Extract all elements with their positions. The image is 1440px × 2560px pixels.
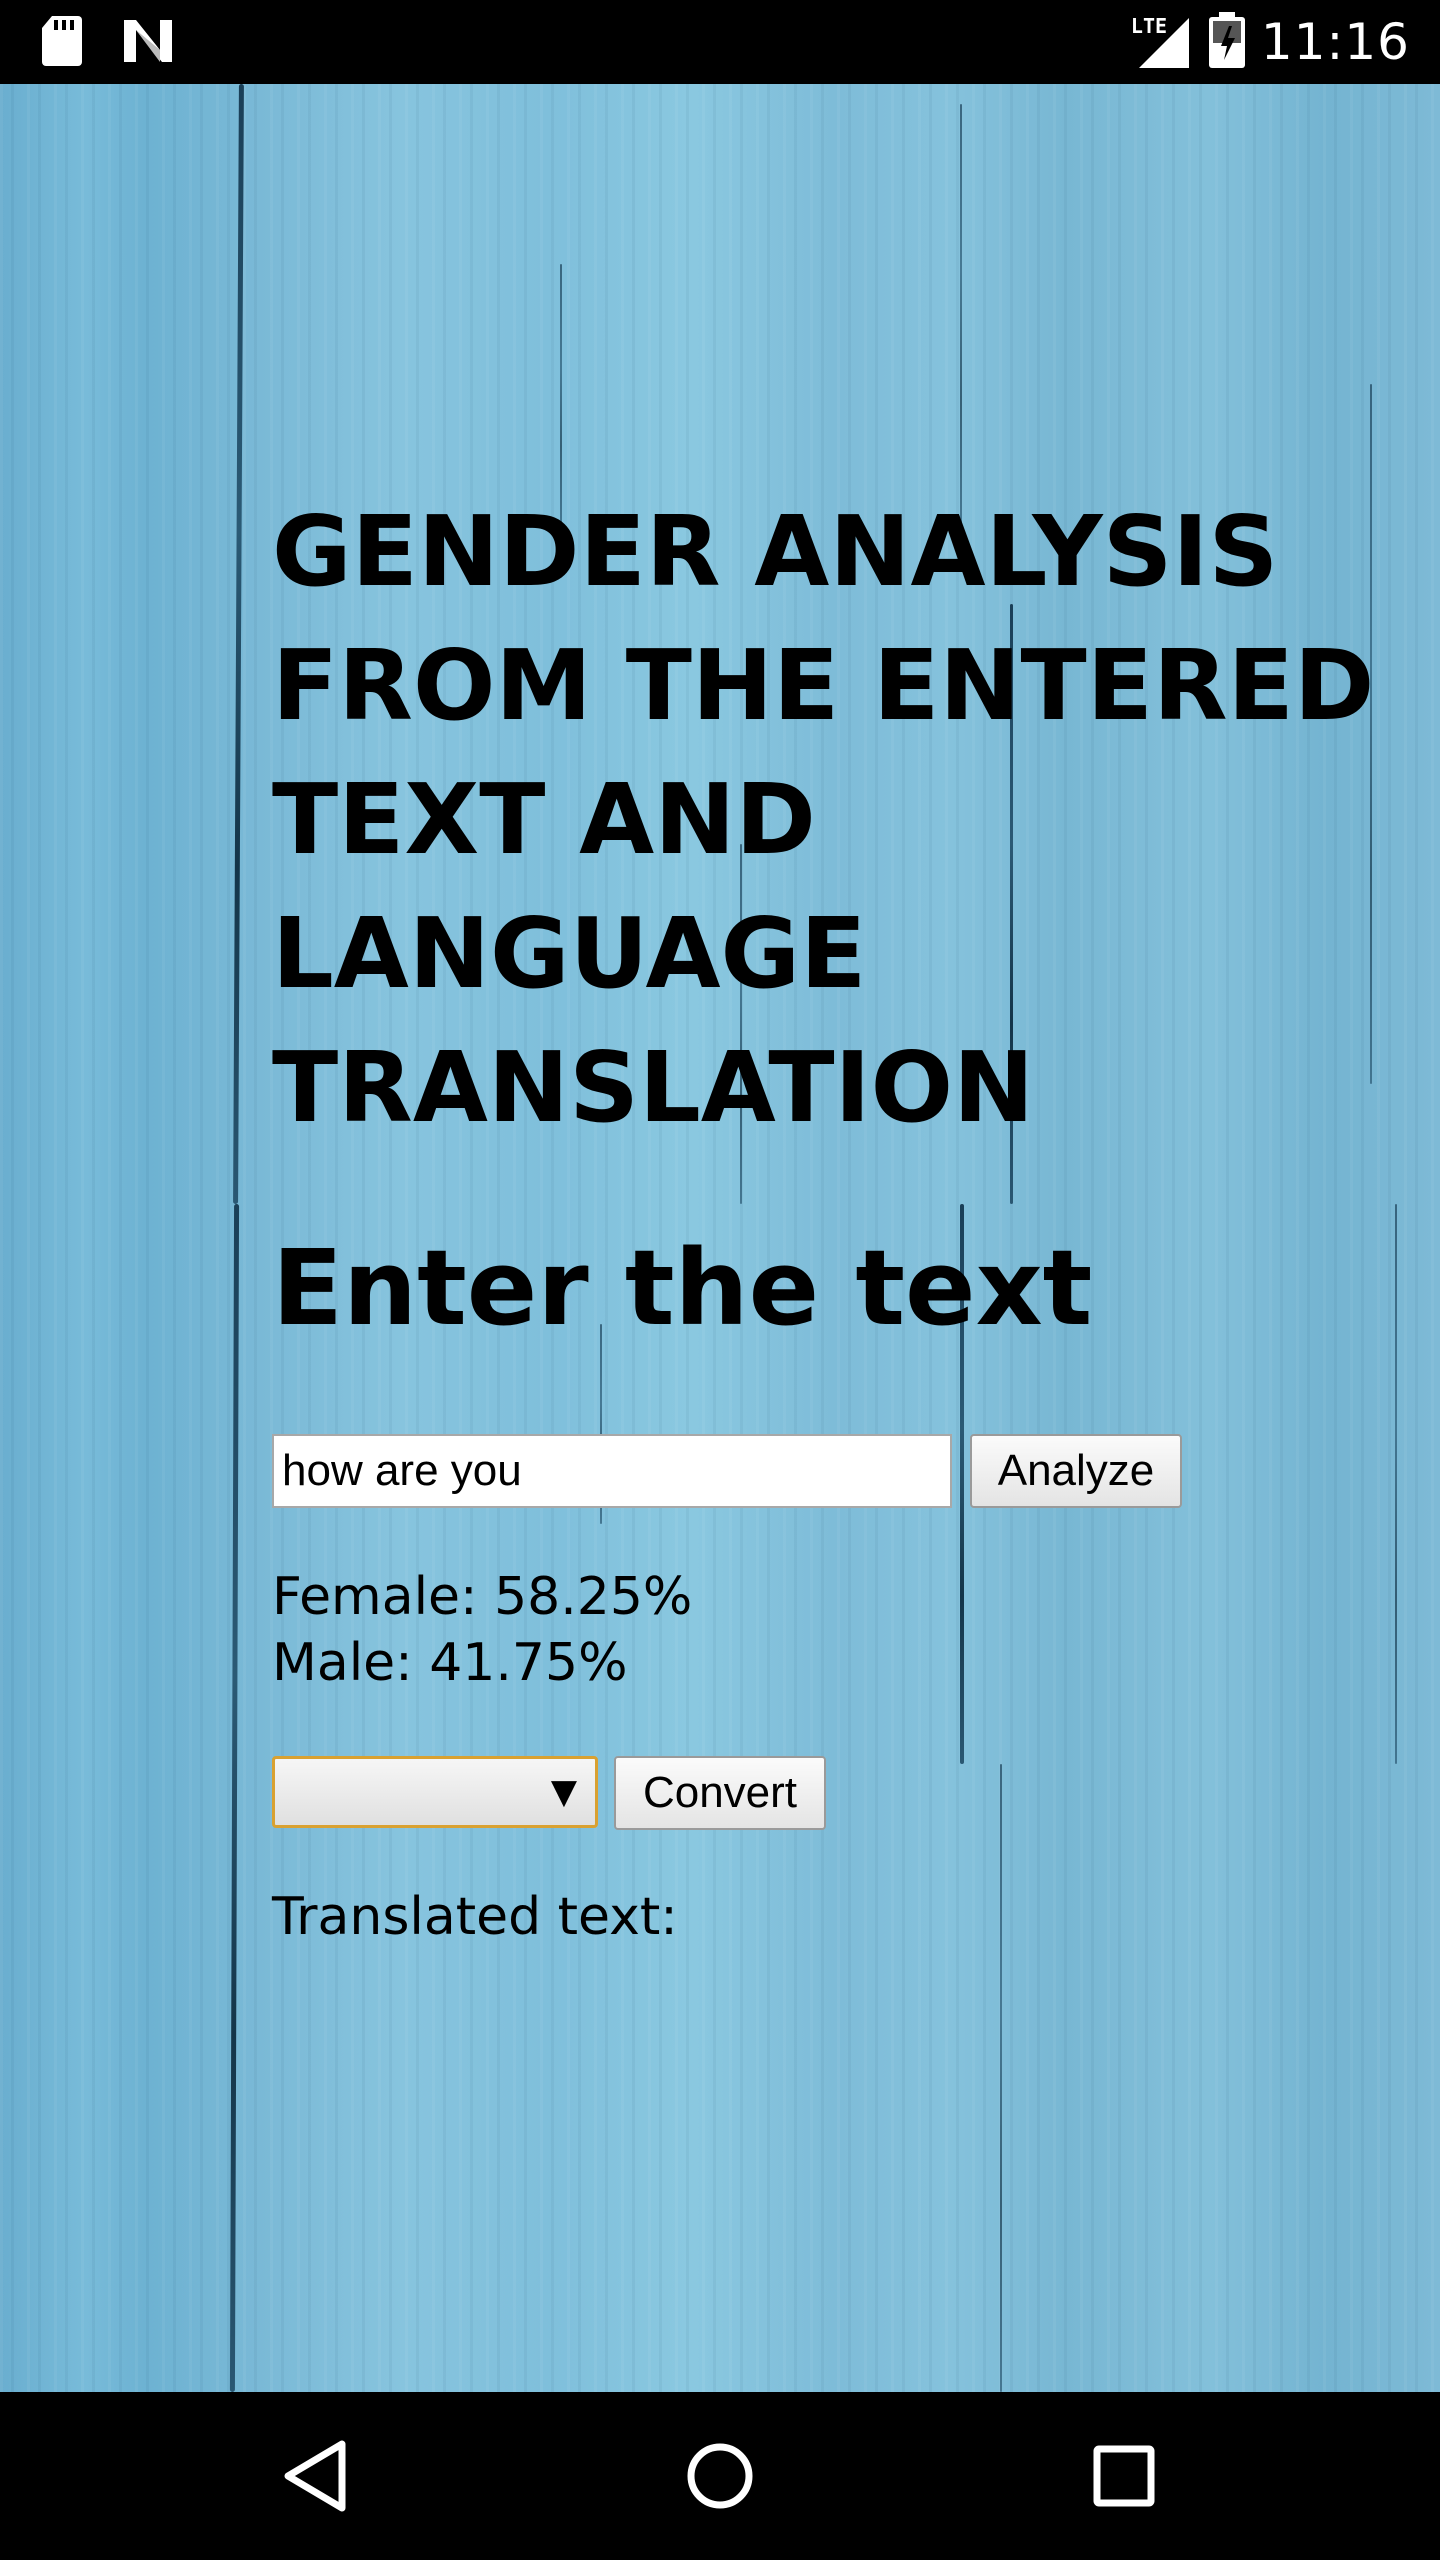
recents-icon <box>1093 2445 1155 2507</box>
status-bar-left <box>40 14 176 73</box>
female-result: Female: 58.25% <box>272 1567 693 1627</box>
home-button[interactable] <box>670 2426 770 2526</box>
text-input[interactable] <box>272 1434 952 1508</box>
page-title: GENDER ANALYSIS FROM THE ENTERED TEXT AN… <box>272 495 1375 1144</box>
analyze-button[interactable]: Analyze <box>970 1434 1182 1508</box>
sd-card-icon <box>40 14 84 73</box>
n-logo-icon <box>120 16 176 71</box>
back-icon <box>284 2440 346 2512</box>
enter-text-heading: Enter the text <box>272 1227 1093 1349</box>
recents-button[interactable] <box>1074 2426 1174 2526</box>
dropdown-arrow-icon: ▼ <box>550 1772 577 1812</box>
status-bar-right: LTE 11:16 <box>1129 0 1410 84</box>
battery-icon <box>1208 11 1245 73</box>
male-result: Male: 41.75% <box>272 1633 628 1693</box>
language-select[interactable]: ▼ <box>272 1756 598 1828</box>
status-clock: 11:16 <box>1260 13 1410 71</box>
status-bar: LTE 11:16 <box>0 0 1440 84</box>
signal-icon: LTE <box>1129 12 1193 72</box>
convert-button[interactable]: Convert <box>614 1756 826 1830</box>
network-type-label: LTE <box>1130 14 1168 38</box>
navigation-bar <box>0 2392 1440 2560</box>
home-icon <box>687 2443 753 2509</box>
translated-text-label: Translated text: <box>272 1887 678 1947</box>
back-button[interactable] <box>266 2426 366 2526</box>
